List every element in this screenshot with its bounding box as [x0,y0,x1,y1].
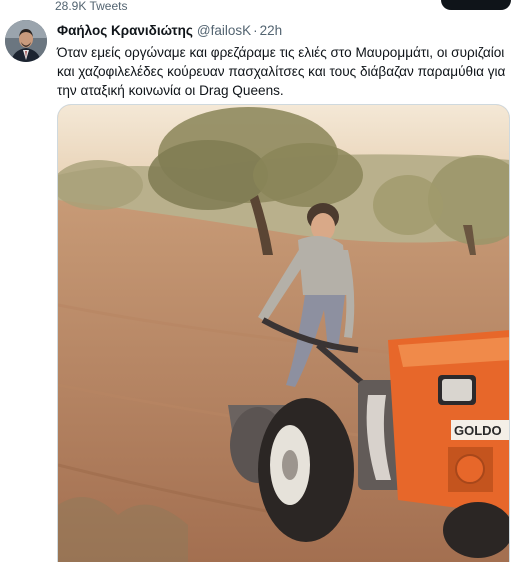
author-name[interactable]: Φαήλος Κρανιδιώτης [57,23,193,38]
profile-topbar: 28.9K Tweets [0,0,521,14]
tractor-photo: GOLDO [58,105,509,562]
tweet-count: 28.9K Tweets [55,0,128,13]
tweet-header: Φαήλος Κρανιδιώτης @failosK · 22h [57,22,282,39]
tweet-text: Όταν εμείς οργώναμε και φρεζάραμε τις ελ… [57,43,512,100]
tweet-text-line: την αταξική κοινωνία οι Drag Queens. [57,83,284,98]
tractor-brand-label: GOLDO [454,423,502,438]
tweet-text-line: Όταν εμείς οργώναμε και φρεζάραμε τις ελ… [57,45,505,60]
avatar-image [5,20,47,62]
author-handle[interactable]: @failosK [197,23,251,38]
tweet-text-line: και χαζοφιλελέδες κούρευαν πασχαλίτσες κ… [57,64,506,79]
follow-button[interactable] [441,0,511,10]
header-separator: · [253,23,258,38]
author-avatar[interactable] [5,20,47,62]
tweet-timestamp[interactable]: 22h [260,23,283,38]
tweet-photo[interactable]: GOLDO [57,104,510,562]
